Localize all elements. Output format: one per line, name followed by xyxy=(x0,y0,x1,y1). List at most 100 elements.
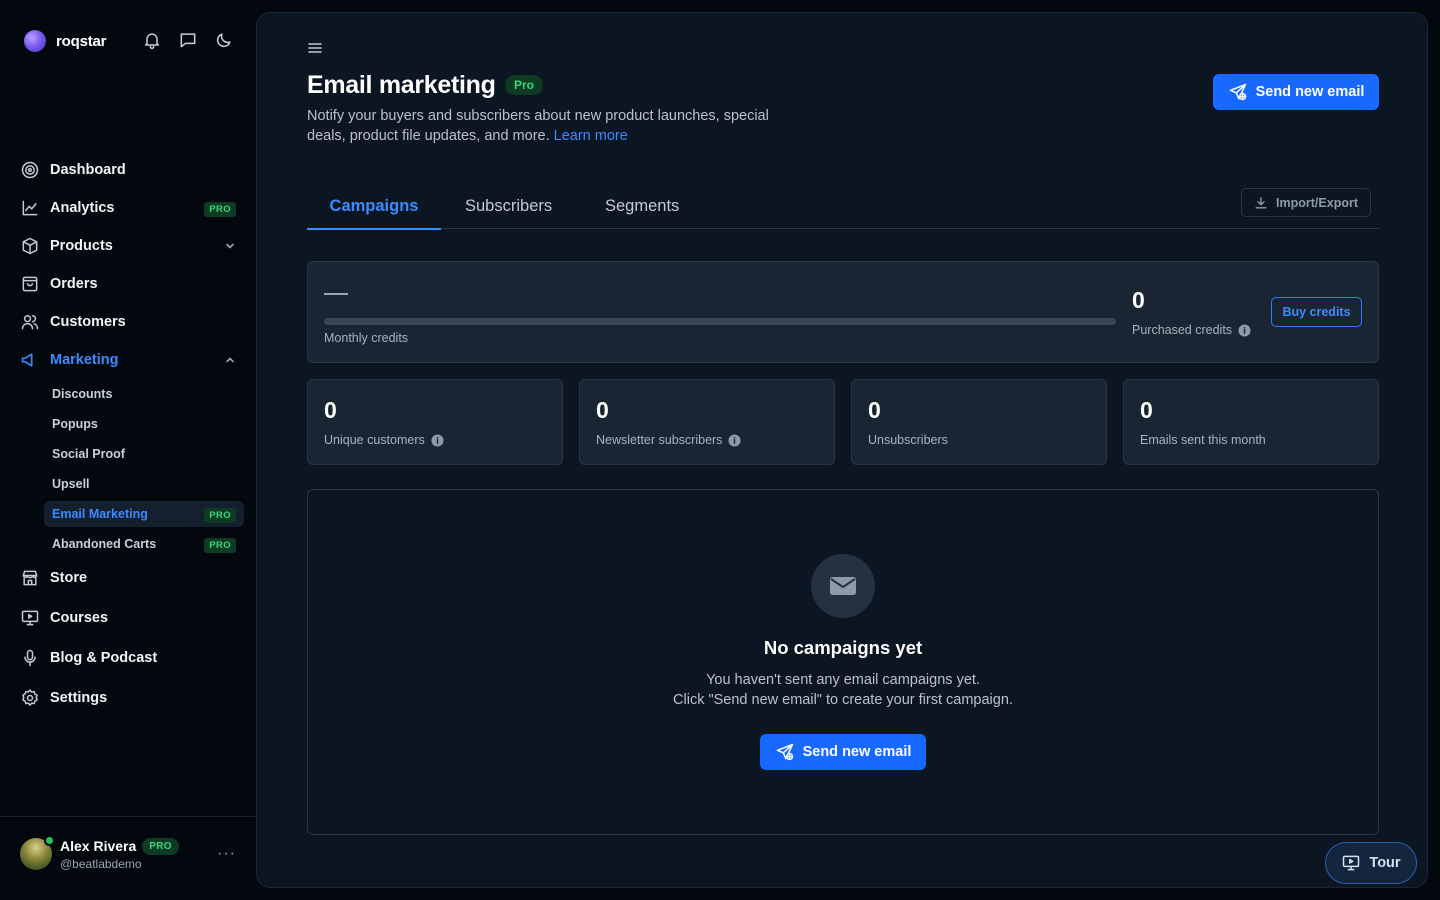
user-name: Alex Rivera xyxy=(60,838,137,854)
online-status-dot xyxy=(44,835,55,846)
sidebar-item-customers[interactable]: Customers xyxy=(20,307,244,337)
tab-subscribers[interactable]: Subscribers xyxy=(465,183,552,229)
users-icon xyxy=(20,312,40,332)
storefront-icon xyxy=(20,568,40,588)
empty-send-new-email-button[interactable]: Send new email xyxy=(760,734,926,770)
sidebar: roqstar Dashboard Analytics PRO Products… xyxy=(0,0,256,900)
sidebar-item-label: Marketing xyxy=(50,352,119,368)
tab-label: Campaigns xyxy=(329,196,419,215)
envelope-icon xyxy=(828,571,858,601)
tab-label: Subscribers xyxy=(465,196,553,215)
moon-icon[interactable] xyxy=(214,30,234,50)
sidebar-item-label: Dashboard xyxy=(50,162,126,178)
import-export-label: Import/Export xyxy=(1276,195,1358,210)
chevron-up-icon[interactable] xyxy=(224,354,236,366)
sidebar-subitem-label: Social Proof xyxy=(52,447,125,461)
pro-badge: PRO xyxy=(204,538,236,553)
sidebar-item-blog-podcast[interactable]: Blog & Podcast xyxy=(20,643,244,673)
sidebar-item-dashboard[interactable]: Dashboard xyxy=(20,155,244,185)
sidebar-subitem-upsell[interactable]: Upsell xyxy=(44,471,244,497)
sidebar-divider xyxy=(0,816,256,817)
stat-label-row: Newsletter subscribers xyxy=(596,433,741,447)
sidebar-subitem-label: Abandoned Carts xyxy=(52,537,157,551)
hamburger-menu-icon[interactable] xyxy=(307,41,323,55)
sidebar-item-label: Orders xyxy=(50,276,98,292)
stat-label: Emails sent this month xyxy=(1140,433,1266,447)
tab-label: Segments xyxy=(605,196,680,215)
more-options-icon[interactable]: ··· xyxy=(217,845,236,863)
info-icon[interactable] xyxy=(431,433,444,447)
tab-campaigns[interactable]: Campaigns xyxy=(307,183,441,230)
stat-label: Unique customers xyxy=(324,433,425,447)
microphone-icon xyxy=(20,648,40,668)
sidebar-item-label: Courses xyxy=(50,610,109,626)
target-icon xyxy=(20,160,40,180)
user-pro-badge: PRO xyxy=(142,837,179,855)
chat-icon[interactable] xyxy=(178,30,198,50)
sidebar-item-settings[interactable]: Settings xyxy=(20,683,244,713)
sidebar-item-store[interactable]: Store xyxy=(20,563,244,593)
box-icon xyxy=(20,236,40,256)
empty-state-text: You haven't sent any email campaigns yet… xyxy=(308,670,1378,710)
presentation-play-icon xyxy=(1341,853,1361,873)
presentation-icon xyxy=(20,608,40,628)
buy-credits-button[interactable]: Buy credits xyxy=(1271,297,1362,327)
sidebar-subitem-social-proof[interactable]: Social Proof xyxy=(44,441,244,467)
empty-state-title: No campaigns yet xyxy=(763,637,923,658)
megaphone-icon xyxy=(20,350,40,370)
brand[interactable]: roqstar xyxy=(24,29,106,53)
tab-segments[interactable]: Segments xyxy=(605,183,679,229)
sidebar-subitem-popups[interactable]: Popups xyxy=(44,411,244,437)
sidebar-item-analytics[interactable]: Analytics PRO xyxy=(20,193,244,223)
send-new-email-label: Send new email xyxy=(802,744,912,760)
bell-icon[interactable] xyxy=(142,30,162,50)
info-icon[interactable] xyxy=(728,433,741,447)
main-panel: Email marketing Pro Notify your buyers a… xyxy=(256,12,1428,888)
learn-more-link[interactable]: Learn more xyxy=(554,128,628,144)
sidebar-item-label: Customers xyxy=(50,314,126,330)
sidebar-item-products[interactable]: Products xyxy=(20,231,244,261)
empty-state: No campaigns yet You haven't sent any em… xyxy=(307,489,1379,835)
sidebar-subitem-label: Popups xyxy=(52,417,98,431)
sidebar-subitem-email-marketing[interactable]: Email Marketing PRO xyxy=(44,501,244,527)
purchased-credits-label: Purchased credits xyxy=(1132,323,1233,337)
import-export-button[interactable]: Import/Export xyxy=(1241,188,1371,217)
page-description: Notify your buyers and subscribers about… xyxy=(307,106,807,146)
sidebar-subitem-abandoned-carts[interactable]: Abandoned Carts PRO xyxy=(44,531,244,557)
empty-state-line-1: You haven't sent any email campaigns yet… xyxy=(706,672,980,688)
sidebar-item-orders[interactable]: Orders xyxy=(20,269,244,299)
send-new-email-label: Send new email xyxy=(1255,84,1365,100)
chart-line-icon xyxy=(20,198,40,218)
tour-button[interactable]: Tour xyxy=(1325,842,1417,884)
stat-card-unsubscribers: 0 Unsubscribers xyxy=(851,379,1107,465)
stat-value: 0 xyxy=(596,397,609,423)
download-icon xyxy=(1254,196,1268,210)
sidebar-item-marketing[interactable]: Marketing xyxy=(20,345,244,375)
sidebar-subitem-discounts[interactable]: Discounts xyxy=(44,381,244,407)
brand-name: roqstar xyxy=(56,32,107,50)
chevron-down-icon[interactable] xyxy=(224,240,236,252)
sidebar-item-courses[interactable]: Courses xyxy=(20,603,244,633)
purchased-credits-value: 0 xyxy=(1132,287,1145,313)
send-plus-icon xyxy=(775,742,795,762)
page-description-text: Notify your buyers and subscribers about… xyxy=(307,108,769,144)
page-title: Email marketing xyxy=(307,71,496,99)
sidebar-item-label: Analytics xyxy=(50,200,115,216)
pro-badge: PRO xyxy=(204,202,236,217)
sidebar-subitem-label: Email Marketing xyxy=(52,507,148,521)
info-icon[interactable] xyxy=(1238,323,1251,337)
stat-value: 0 xyxy=(1140,397,1153,423)
sidebar-item-label: Blog & Podcast xyxy=(50,650,158,666)
stat-label: Unsubscribers xyxy=(868,433,948,447)
avatar[interactable] xyxy=(20,835,55,870)
monthly-credits-label: Monthly credits xyxy=(324,331,409,345)
send-new-email-button[interactable]: Send new email xyxy=(1213,74,1379,110)
tour-label: Tour xyxy=(1369,855,1401,871)
sidebar-item-label: Store xyxy=(50,570,88,586)
title-pro-badge: Pro xyxy=(505,75,544,95)
stat-card-newsletter-subscribers: 0 Newsletter subscribers xyxy=(579,379,835,465)
monthly-credits-placeholder xyxy=(324,293,348,295)
user-profile[interactable]: Alex Rivera PRO @beatlabdemo ··· xyxy=(20,835,244,872)
monthly-credits-progress-bar xyxy=(324,318,1116,325)
sidebar-subitem-label: Discounts xyxy=(52,387,113,401)
